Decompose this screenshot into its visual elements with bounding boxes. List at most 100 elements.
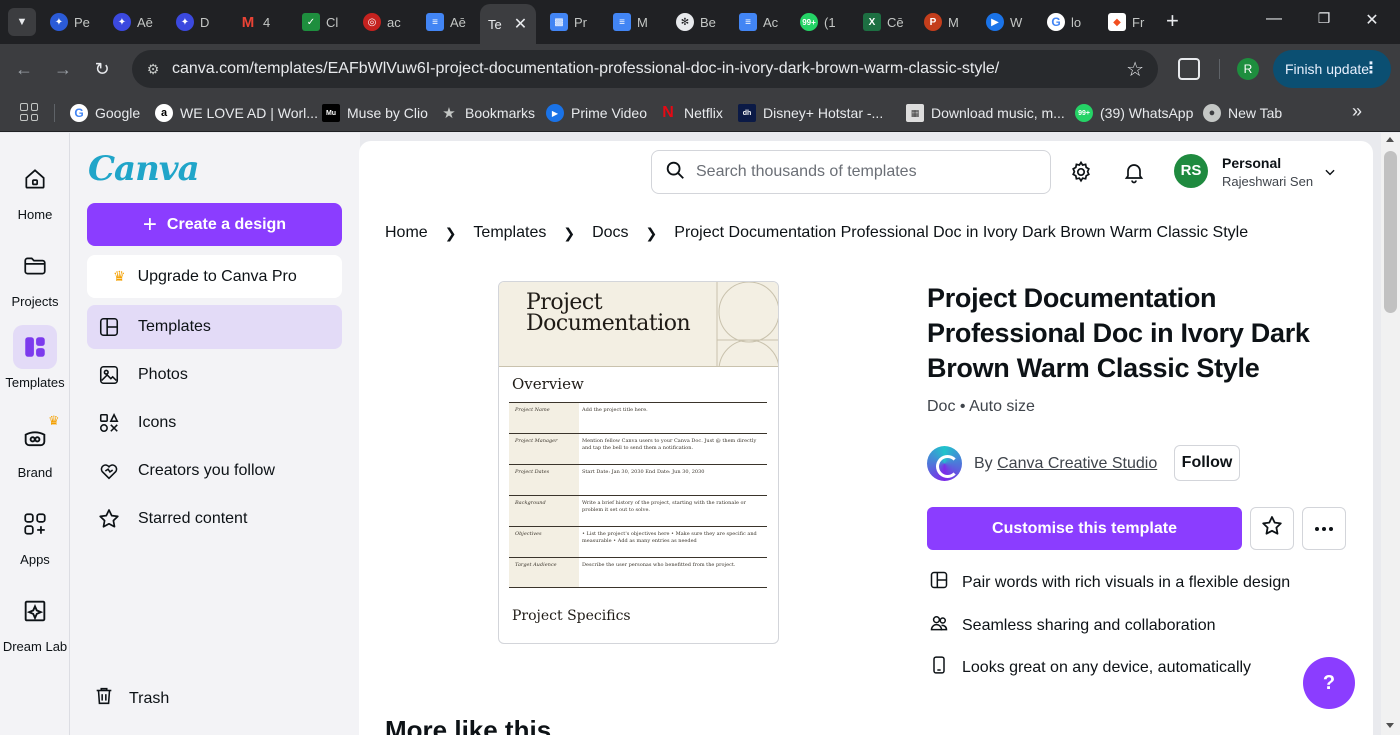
account-name[interactable]: Rajeshwari Sen: [1222, 174, 1313, 189]
account-type[interactable]: Personal: [1222, 155, 1281, 171]
search-input[interactable]: [696, 163, 1036, 181]
chatgpt-icon: ✻: [676, 13, 694, 31]
bookmark-download-music[interactable]: ▦ Download music, m...: [906, 102, 1065, 124]
back-icon[interactable]: ←: [11, 56, 37, 82]
more-options-button[interactable]: [1302, 507, 1346, 550]
customise-template-button[interactable]: Customise this template: [927, 507, 1242, 550]
browser-tab[interactable]: ≡ Aē: [426, 8, 474, 36]
finish-update-button[interactable]: Finish update ⋮: [1273, 50, 1391, 88]
search-icon: [664, 159, 686, 186]
nav-creators-you-follow[interactable]: Creators you follow: [87, 449, 342, 493]
close-window-icon[interactable]: ✕: [1360, 10, 1384, 30]
upgrade-pro-button[interactable]: ♛ Upgrade to Canva Pro: [87, 255, 342, 298]
feature-text: Pair words with rich visuals in a flexib…: [962, 573, 1291, 591]
browser-tab[interactable]: 99+ (1: [800, 8, 848, 36]
breadcrumb-templates[interactable]: Templates: [473, 224, 546, 242]
page-scrollbar[interactable]: [1381, 133, 1400, 735]
browser-tab[interactable]: ≡ Ac: [739, 8, 787, 36]
scroll-down-arrow-icon[interactable]: [1386, 723, 1394, 728]
bookmark-whatsapp[interactable]: 99+ (39) WhatsApp: [1075, 102, 1193, 124]
extensions-icon[interactable]: [1178, 58, 1200, 80]
rail-dream-lab[interactable]: Dream Lab: [0, 589, 70, 654]
rail-home[interactable]: Home: [0, 157, 70, 222]
template-search-box[interactable]: [651, 150, 1051, 194]
heart-icon: [97, 459, 121, 483]
rail-apps[interactable]: Apps: [0, 502, 70, 567]
breadcrumb-home[interactable]: Home: [385, 224, 428, 242]
row-value: Describe the user personas who benefitte…: [582, 562, 736, 568]
forward-icon[interactable]: →: [50, 56, 76, 82]
play-icon: ▶: [986, 13, 1004, 31]
template-preview[interactable]: Project Documentation Overview Project N…: [498, 281, 779, 644]
help-button[interactable]: ?: [1303, 657, 1355, 709]
scroll-up-arrow-icon[interactable]: [1386, 137, 1394, 142]
tab-search-button[interactable]: ▼: [8, 8, 36, 36]
docs-icon: ≡: [739, 13, 757, 31]
browser-tab[interactable]: ▶ W: [986, 8, 1034, 36]
new-tab-button[interactable]: +: [1166, 10, 1179, 32]
rail-projects[interactable]: Projects: [0, 244, 70, 309]
bell-icon[interactable]: [1122, 160, 1146, 189]
bookmark-we-love-ad[interactable]: a WE LOVE AD | Worl...: [155, 102, 318, 124]
bookmark-muse[interactable]: Mu Muse by Clio: [322, 102, 428, 124]
bookmark-folder[interactable]: ★ Bookmarks: [440, 102, 535, 124]
bookmark-google[interactable]: G Google: [70, 102, 140, 124]
site-info-icon[interactable]: ⚙: [142, 58, 164, 80]
bookmark-new-tab[interactable]: ● New Tab: [1203, 102, 1282, 124]
whatsapp-icon: 99+: [1075, 104, 1093, 122]
browser-tab[interactable]: ✓ Cl: [302, 8, 350, 36]
browser-tab[interactable]: X Cē: [863, 8, 911, 36]
browser-tab[interactable]: ▩ Pr: [550, 8, 598, 36]
whatsapp-icon: 99+: [800, 13, 818, 31]
reload-icon[interactable]: ↻: [89, 56, 115, 82]
browser-tab[interactable]: M 4: [239, 8, 287, 36]
nav-photos[interactable]: Photos: [87, 353, 342, 397]
canva-logo[interactable]: Canva: [88, 149, 200, 189]
bookmark-star-icon[interactable]: ☆: [1126, 57, 1144, 82]
browser-tab[interactable]: ✻ Be: [676, 8, 724, 36]
creator-link[interactable]: Canva Creative Studio: [997, 455, 1157, 472]
browser-tab[interactable]: ✦ Aē: [113, 8, 161, 36]
star-template-button[interactable]: [1250, 507, 1294, 550]
close-icon[interactable]: ✕: [514, 14, 527, 34]
restore-icon[interactable]: ❐: [1312, 10, 1336, 27]
url-text[interactable]: canva.com/templates/EAFbWlVuw6I-project-…: [172, 60, 999, 78]
creator-logo-icon[interactable]: [927, 446, 962, 481]
rail-templates[interactable]: Templates: [0, 325, 70, 390]
chevron-more-icon[interactable]: »: [1352, 101, 1362, 122]
minimize-icon[interactable]: —: [1262, 10, 1286, 28]
nav-templates[interactable]: Templates: [87, 305, 342, 349]
address-bar[interactable]: ⚙ canva.com/templates/EAFbWlVuw6I-projec…: [132, 50, 1158, 88]
rail-brand[interactable]: ♛ Brand: [0, 413, 70, 480]
bookmark-netflix[interactable]: N Netflix: [659, 102, 723, 124]
apps-grid-icon[interactable]: [20, 103, 38, 121]
breadcrumb-docs[interactable]: Docs: [592, 224, 628, 242]
user-avatar[interactable]: RS: [1174, 154, 1208, 188]
follow-button[interactable]: Follow: [1174, 445, 1240, 481]
browser-tab[interactable]: G lo: [1047, 8, 1095, 36]
browser-tab[interactable]: ✦ D: [176, 8, 224, 36]
browser-tab-active[interactable]: Te ✕: [480, 4, 536, 44]
browser-tab[interactable]: ≡ M: [613, 8, 661, 36]
nav-starred-content[interactable]: Starred content: [87, 497, 342, 541]
tab-label: Cē: [887, 14, 904, 30]
browser-tab[interactable]: ◎ ac: [363, 8, 411, 36]
nav-label: Photos: [138, 366, 188, 383]
chevron-down-icon[interactable]: [1323, 165, 1337, 184]
kebab-menu-icon[interactable]: ⋮: [1363, 58, 1379, 78]
scroll-thumb[interactable]: [1384, 151, 1397, 313]
tab-label: M: [948, 14, 959, 30]
bookmark-hotstar[interactable]: dh Disney+ Hotstar -...: [738, 102, 883, 124]
create-design-label: Create a design: [166, 215, 287, 233]
bookmark-prime-video[interactable]: ▶ Prime Video: [546, 102, 647, 124]
gear-icon[interactable]: [1069, 160, 1093, 189]
profile-avatar[interactable]: R: [1237, 58, 1259, 80]
chevron-right-icon: ❯: [645, 224, 658, 241]
shapes-icon: [97, 411, 121, 435]
nav-icons[interactable]: Icons: [87, 401, 342, 445]
browser-tab[interactable]: ✦ Pe: [50, 8, 98, 36]
nav-trash[interactable]: Trash: [93, 685, 169, 712]
create-design-button[interactable]: + Create a design: [87, 203, 342, 246]
browser-tab[interactable]: P M: [924, 8, 972, 36]
browser-tab[interactable]: ◆ Fr: [1108, 8, 1154, 36]
